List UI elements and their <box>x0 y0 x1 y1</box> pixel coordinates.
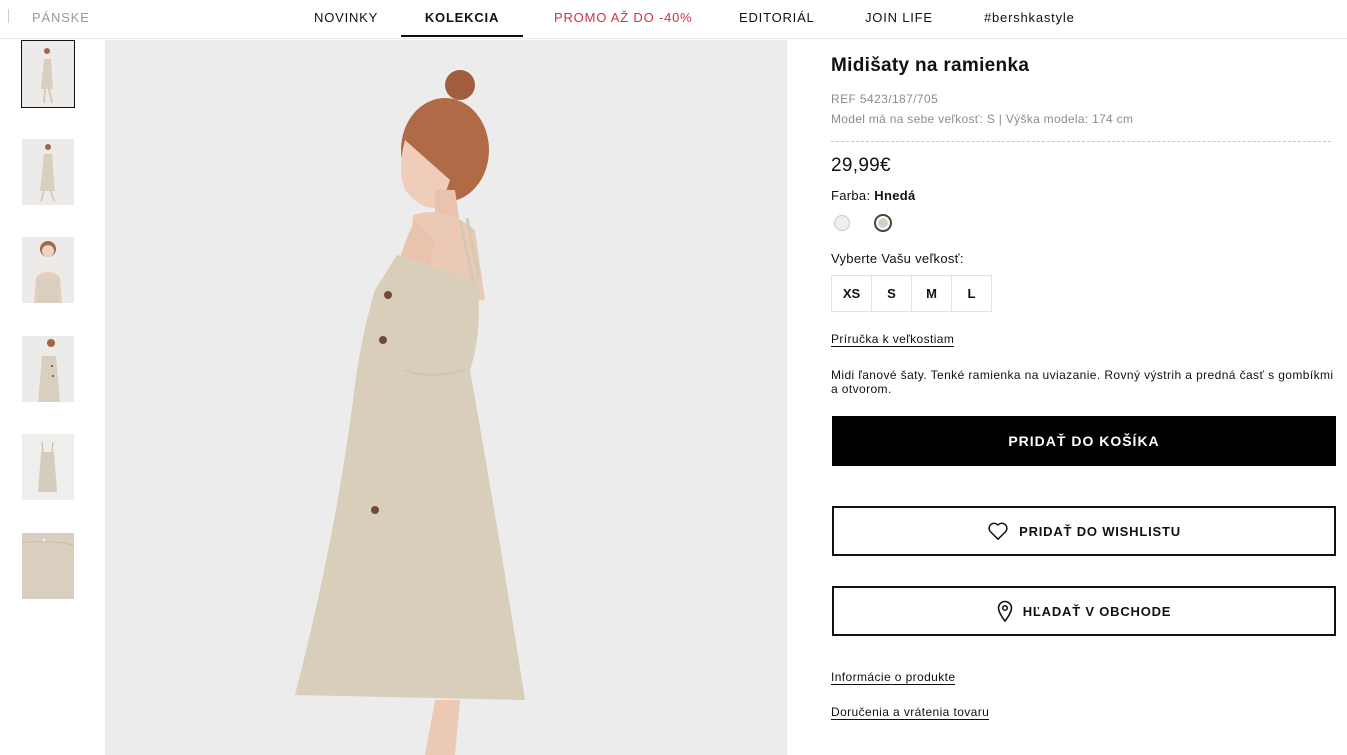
top-navigation: PÁNSKE NOVINKY KOLEKCIA PROMO AŽ DO -40%… <box>0 0 1347 39</box>
color-swatch-brown[interactable] <box>874 214 892 232</box>
nav-divider <box>8 9 9 23</box>
model-info: Model má na sebe veľkosť: S | Výška mode… <box>831 112 1134 126</box>
product-info-link[interactable]: Informácie o produkte <box>831 671 956 685</box>
nav-bershkastyle[interactable]: #bershkastyle <box>984 0 1075 37</box>
product-title: Midišaty na ramienka <box>831 55 1030 76</box>
size-guide-link[interactable]: Príručka k veľkostiam <box>831 333 955 347</box>
location-pin-icon <box>997 600 1013 622</box>
nav-editorial[interactable]: EDITORIÁL <box>739 0 815 37</box>
nav-kolekcia[interactable]: KOLEKCIA <box>401 0 523 37</box>
main-product-image <box>105 40 787 755</box>
thumbnail-6[interactable] <box>22 533 74 599</box>
thumbnail-4[interactable] <box>22 336 74 402</box>
thumbnail-image <box>22 139 74 205</box>
size-label: Vyberte Vašu veľkosť: <box>831 251 964 266</box>
wishlist-label: PRIDAŤ DO WISHLISTU <box>1019 523 1181 539</box>
nav-men[interactable]: PÁNSKE <box>32 0 90 37</box>
size-s-button[interactable]: S <box>871 275 912 312</box>
nav-join-life[interactable]: JOIN LIFE <box>865 0 933 37</box>
delivery-returns-link[interactable]: Doručenia a vrátenia tovaru <box>831 706 990 720</box>
dashed-divider <box>831 141 1331 142</box>
thumbnail-2[interactable] <box>22 139 74 205</box>
size-xs-button[interactable]: XS <box>831 275 872 312</box>
product-price: 29,99€ <box>831 155 891 176</box>
thumbnail-image <box>22 533 74 599</box>
thumbnail-image <box>22 41 74 107</box>
color-value: Hnedá <box>874 188 916 203</box>
thumbnail-image <box>22 237 74 303</box>
color-label: Farba: Hnedá <box>831 188 916 203</box>
model-illustration <box>105 40 787 755</box>
product-ref: REF 5423/187/705 <box>831 92 939 106</box>
color-swatch-light[interactable] <box>834 215 850 231</box>
add-to-cart-button[interactable]: PRIDAŤ DO KOŠÍKA <box>832 416 1336 466</box>
add-to-wishlist-button[interactable]: PRIDAŤ DO WISHLISTU <box>832 506 1336 556</box>
heart-icon <box>987 521 1009 541</box>
thumbnail-5[interactable] <box>22 434 74 500</box>
thumbnail-3[interactable] <box>22 237 74 303</box>
thumbnail-image <box>22 434 74 500</box>
size-m-button[interactable]: M <box>911 275 952 312</box>
size-l-button[interactable]: L <box>951 275 992 312</box>
find-store-label: HĽADAŤ V OBCHODE <box>1022 603 1172 619</box>
find-in-store-button[interactable]: HĽADAŤ V OBCHODE <box>832 586 1336 636</box>
thumbnail-image <box>22 336 74 402</box>
nav-promo[interactable]: PROMO AŽ DO -40% <box>554 0 693 37</box>
product-description: Midi ľanové šaty. Tenké ramienka na uvia… <box>831 368 1334 396</box>
thumbnail-1[interactable] <box>21 40 75 108</box>
nav-novinky[interactable]: NOVINKY <box>314 0 378 37</box>
color-label-text: Farba: <box>831 188 871 203</box>
size-selector: XS S M L <box>831 275 992 312</box>
